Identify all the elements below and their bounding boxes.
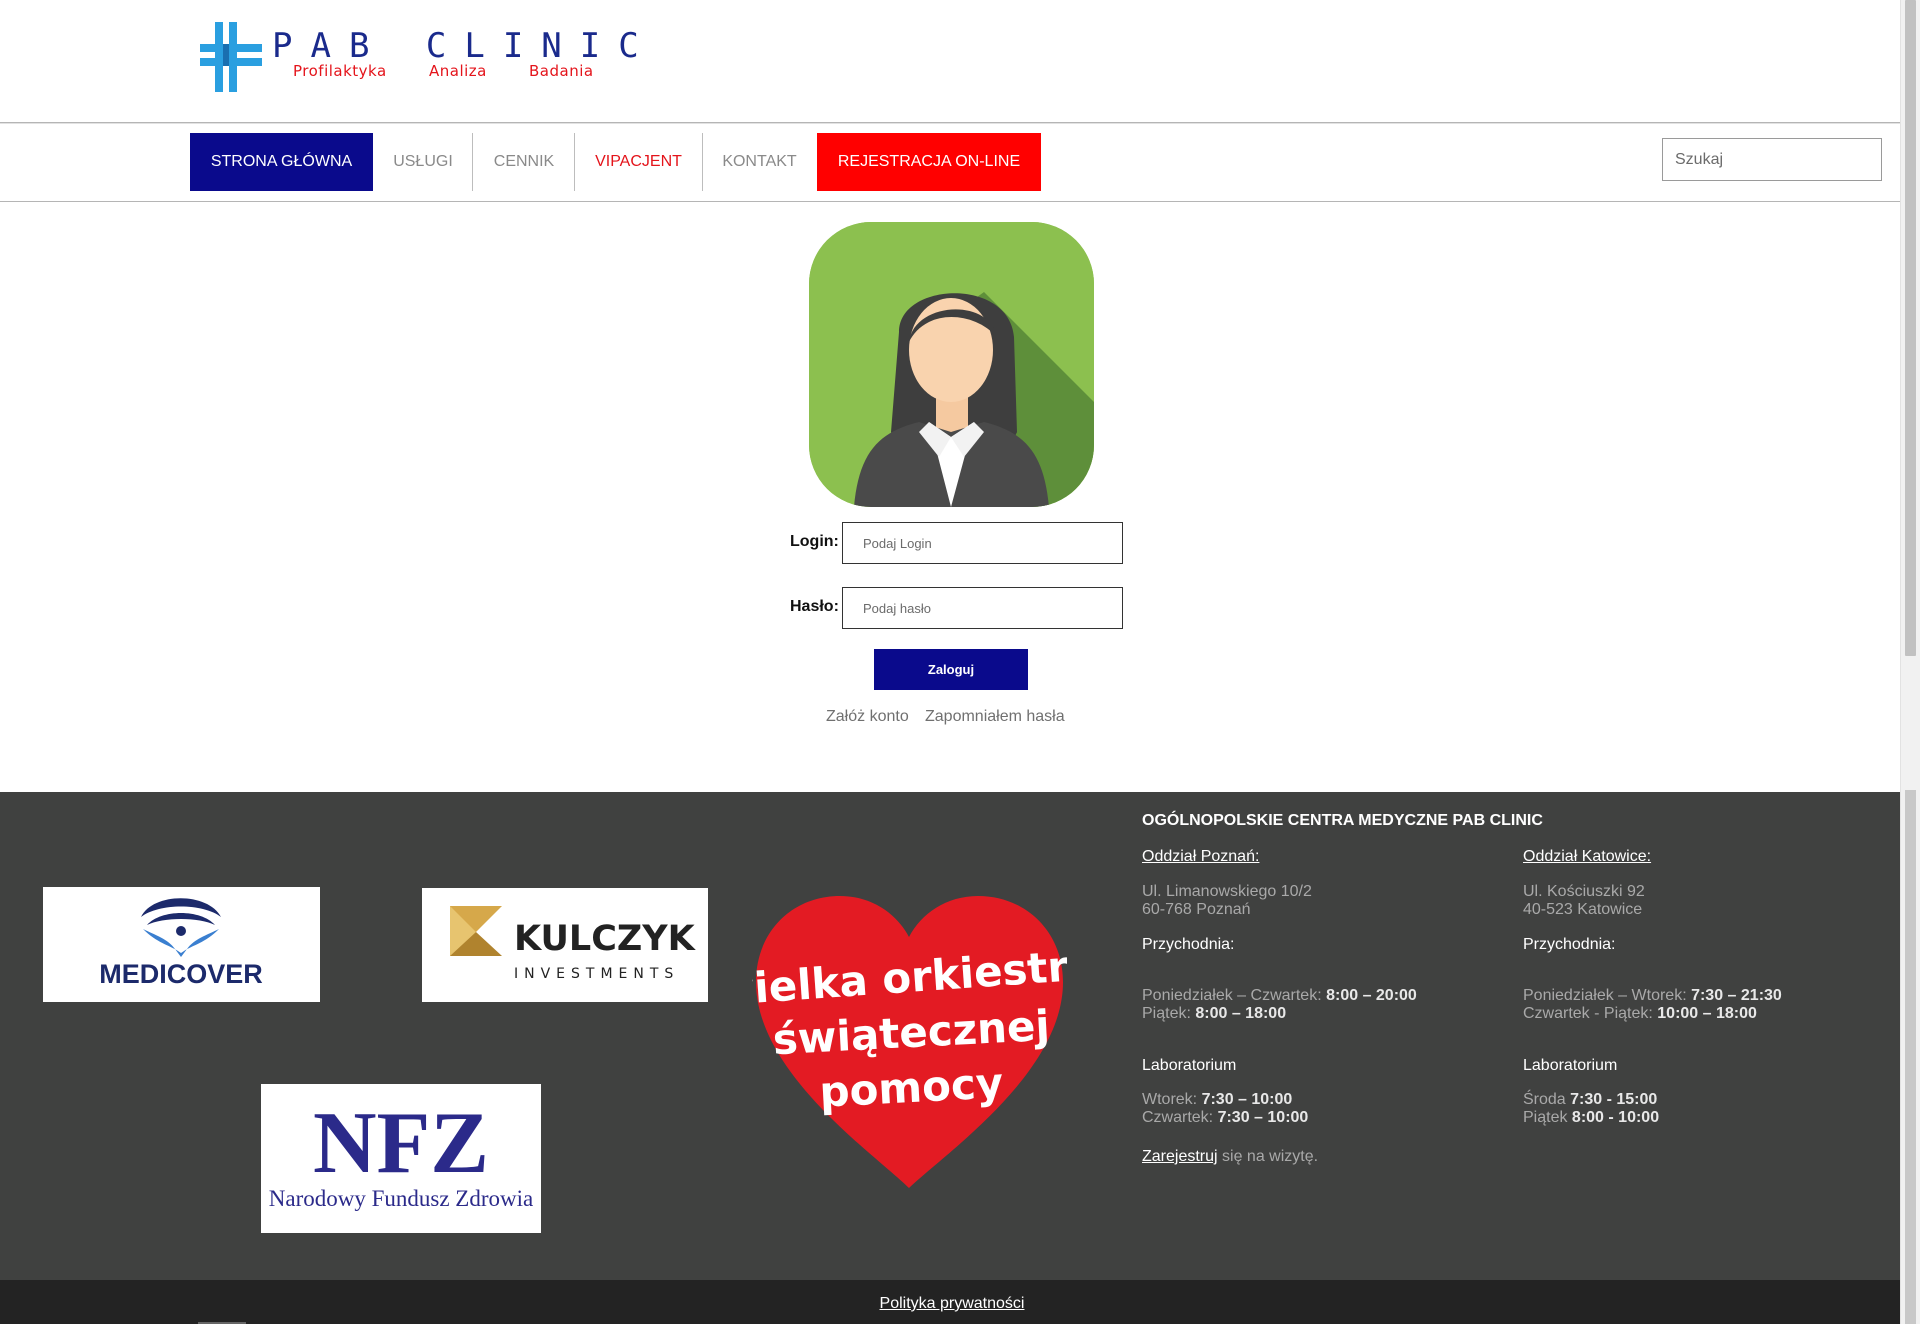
nav-uslugi[interactable]: USŁUGI xyxy=(373,133,473,191)
password-label: Hasło: xyxy=(790,598,839,615)
katowice-hours-days: Czwartek - Piątek: xyxy=(1523,1005,1658,1022)
poznan-address: Ul. Limanowskiego 10/2 60-768 Poznań xyxy=(1142,883,1312,919)
login-input[interactable] xyxy=(842,522,1123,564)
katowice-lab-time: 8:00 - 10:00 xyxy=(1571,1109,1660,1126)
nfz-emblem-icon: NFZ Narodowy Fundusz Zdrowia xyxy=(269,1095,533,1211)
brand-tagline: Profilaktyka Analiza Badania xyxy=(293,62,594,80)
katowice-lab-heading: Laboratorium xyxy=(1523,1057,1618,1074)
poznan-lab-hours: Wtorek: 7:30 – 10:00 Czwartek: 7:30 – 10… xyxy=(1142,1091,1308,1127)
scrollbar-thumb[interactable] xyxy=(1905,0,1916,656)
forgot-password-link[interactable]: Zapomniałem hasła xyxy=(925,708,1065,726)
poznan-hours-time: 8:00 – 20:00 xyxy=(1326,987,1417,1004)
katowice-lab-days: Piątek xyxy=(1523,1109,1572,1126)
search-input[interactable] xyxy=(1662,138,1882,181)
register-visit-line: Zarejestruj się na wizytę. xyxy=(1142,1148,1318,1166)
poznan-lab-days: Czwartek: xyxy=(1142,1109,1218,1126)
poznan-hours-days: Poniedziałek – Czwartek: xyxy=(1142,987,1327,1004)
nav-strona-glowna[interactable]: STRONA GŁÓWNA xyxy=(190,133,373,191)
poznan-clinic-heading: Przychodnia: xyxy=(1142,936,1235,953)
woman-avatar-icon xyxy=(809,222,1094,507)
login-label: Login: xyxy=(790,533,839,550)
medicover-logo[interactable]: MEDICOVER xyxy=(43,887,320,1002)
kulczyk-text: KULCZYK xyxy=(514,919,697,959)
login-button[interactable]: Zaloguj xyxy=(874,649,1028,690)
katowice-heading-link[interactable]: Oddział Katowice: xyxy=(1523,848,1651,866)
poznan-clinic-hours: Poniedziałek – Czwartek: 8:00 – 20:00 Pi… xyxy=(1142,987,1417,1023)
katowice-lab-hours: Środa 7:30 - 15:00 Piątek 8:00 - 10:00 xyxy=(1523,1091,1659,1127)
heart-icon: wielka orkiestra świątecznej pomocy xyxy=(714,896,1098,1188)
katowice-address: Ul. Kościuszki 92 40-523 Katowice xyxy=(1523,883,1645,919)
scrollbar-track-lower xyxy=(1905,790,1916,1324)
poznan-hours-days: Piątek: xyxy=(1142,1005,1196,1022)
register-account-link[interactable]: Załóż konto xyxy=(826,708,909,726)
page-scrollbar[interactable] xyxy=(1900,0,1920,1324)
nav-cennik[interactable]: CENNIK xyxy=(473,133,575,191)
brand-name: PAB CLINIC xyxy=(272,26,657,66)
poznan-lab-days: Wtorek: xyxy=(1142,1091,1202,1108)
tagline-profilaktyka: Profilaktyka xyxy=(293,62,387,80)
nfz-logo[interactable]: NFZ Narodowy Fundusz Zdrowia xyxy=(261,1084,541,1233)
katowice-street: Ul. Kościuszki 92 xyxy=(1523,883,1645,900)
kulczyk-emblem-icon: KULCZYK INVESTMENTS xyxy=(450,906,697,982)
katowice-hours-time: 7:30 – 21:30 xyxy=(1691,987,1782,1004)
nav-kontakt[interactable]: KONTAKT xyxy=(702,133,817,191)
tagline-analiza: Analiza xyxy=(429,62,487,80)
poznan-city: 60-768 Poznań xyxy=(1142,901,1251,918)
kulczyk-logo[interactable]: KULCZYK INVESTMENTS xyxy=(422,888,708,1002)
password-input[interactable] xyxy=(842,587,1123,629)
investments-text: INVESTMENTS xyxy=(514,966,679,982)
register-visit-link[interactable]: Zarejestruj xyxy=(1142,1148,1218,1165)
katowice-lab-time: 7:30 - 15:00 xyxy=(1570,1091,1658,1108)
medicover-emblem-icon: MEDICOVER xyxy=(99,898,263,989)
katowice-hours-days: Poniedziałek – Wtorek: xyxy=(1523,987,1692,1004)
site-logo[interactable]: PAB CLINIC Profilaktyka Analiza Badania xyxy=(200,22,639,94)
register-visit-text: się na wizytę. xyxy=(1217,1148,1319,1165)
wosp-heart-logo[interactable]: wielka orkiestra świątecznej pomocy xyxy=(714,892,1098,1188)
medical-cross-icon xyxy=(200,22,262,92)
poznan-heading-link[interactable]: Oddział Poznań: xyxy=(1142,848,1259,866)
poznan-lab-heading: Laboratorium xyxy=(1142,1057,1237,1074)
katowice-hours-time: 10:00 – 18:00 xyxy=(1657,1005,1757,1022)
footer-bottom-bar: Polityka prywatności xyxy=(0,1280,1900,1324)
medicover-text: MEDICOVER xyxy=(99,959,263,989)
privacy-policy-link[interactable]: Polityka prywatności xyxy=(0,1295,1904,1313)
nfz-text: NFZ xyxy=(313,1095,489,1192)
user-avatar xyxy=(809,222,1094,507)
katowice-clinic-hours: Poniedziałek – Wtorek: 7:30 – 21:30 Czwa… xyxy=(1523,987,1782,1023)
footer-title: OGÓLNOPOLSKIE CENTRA MEDYCZNE PAB CLINIC xyxy=(1142,812,1543,829)
site-header: PAB CLINIC Profilaktyka Analiza Badania xyxy=(0,0,1900,122)
poznan-hours-time: 8:00 – 18:00 xyxy=(1195,1005,1287,1022)
katowice-city: 40-523 Katowice xyxy=(1523,901,1643,918)
poznan-street: Ul. Limanowskiego 10/2 xyxy=(1142,883,1312,900)
main-nav: STRONA GŁÓWNA USŁUGI CENNIK VIPACJENT KO… xyxy=(0,124,1900,201)
nav-divider xyxy=(0,201,1900,202)
poznan-lab-time: 7:30 – 10:00 xyxy=(1217,1109,1309,1126)
wosp-line-3: pomocy xyxy=(818,1058,1004,1117)
katowice-clinic-heading: Przychodnia: xyxy=(1523,936,1616,953)
katowice-lab-days: Środa xyxy=(1523,1091,1571,1108)
nav-vipacjent[interactable]: VIPACJENT xyxy=(575,133,702,191)
site-footer: MEDICOVER KULCZYK INVESTMENTS NFZ Narodo… xyxy=(0,792,1900,1280)
nfz-fullname: Narodowy Fundusz Zdrowia xyxy=(269,1186,533,1211)
nav-rejestracja-online[interactable]: REJESTRACJA ON-LINE xyxy=(817,133,1041,191)
poznan-lab-time: 7:30 – 10:00 xyxy=(1201,1091,1293,1108)
tagline-badania: Badania xyxy=(529,62,594,80)
